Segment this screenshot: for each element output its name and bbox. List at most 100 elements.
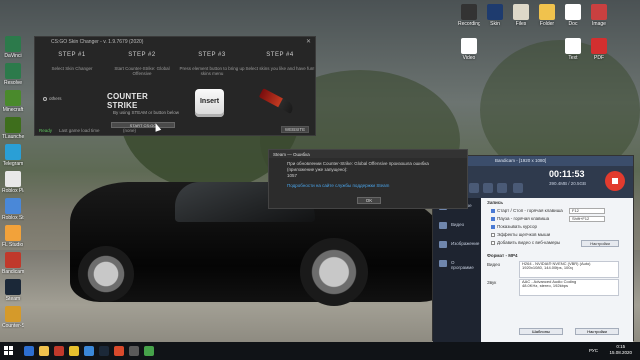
desktop-icon-3[interactable]: Folder bbox=[536, 4, 558, 27]
desktop-icon-8[interactable]: Bandicam bbox=[2, 252, 24, 275]
desktop-icon-label: Skin bbox=[490, 21, 500, 27]
desktop-icon-0[interactable]: DaVinci bbox=[2, 36, 24, 59]
others-radio[interactable]: others bbox=[43, 96, 62, 101]
insert-key-icon: Insert bbox=[195, 89, 224, 117]
desktop-icon-2[interactable]: Minecraft bbox=[2, 90, 24, 113]
device-mode-icon[interactable] bbox=[497, 183, 507, 193]
desktop-icon-9[interactable]: Steam bbox=[2, 279, 24, 302]
desktop-icon-5[interactable]: Roblox Player bbox=[2, 171, 24, 194]
nav-video[interactable]: Видео bbox=[433, 217, 481, 236]
desktop-icon-5[interactable]: Image bbox=[588, 4, 610, 27]
ok-button[interactable]: OK bbox=[357, 197, 381, 204]
desktop-icon-label: Video bbox=[462, 55, 476, 61]
checkbox[interactable] bbox=[491, 232, 495, 237]
stop-record-button[interactable] bbox=[605, 171, 625, 191]
recording-timer: 00:11:53 bbox=[549, 169, 585, 179]
hotkey-field[interactable]: F12 bbox=[569, 208, 605, 214]
video-icon bbox=[439, 222, 447, 229]
window-title: CS:GO Skin Changer - v. 1.9.7679 (2020) bbox=[51, 39, 144, 45]
step-1: STEP #1 Select Skin Changer bbox=[37, 52, 107, 71]
desktop-icon-3[interactable]: TLauncher bbox=[2, 117, 24, 140]
language-indicator[interactable]: РУС bbox=[589, 348, 598, 353]
hotkey-start-row[interactable]: Старт / Стоп - горячая клавиша F12 bbox=[481, 207, 633, 215]
taskbar-app-icon[interactable] bbox=[144, 346, 154, 356]
desktop-icon-6[interactable]: Video bbox=[458, 38, 480, 61]
taskbar-app-icon[interactable] bbox=[114, 346, 124, 356]
show-cursor-row[interactable]: Показывать курсор bbox=[481, 223, 633, 231]
nav-image[interactable]: Изображение bbox=[433, 236, 481, 255]
taskbar-app-icon[interactable] bbox=[39, 346, 49, 356]
nav-about[interactable]: О программе bbox=[433, 255, 481, 274]
desktop-icon-7[interactable]: FL Studio 20 bbox=[2, 225, 24, 248]
skin-changer-window[interactable]: CS:GO Skin Changer - v. 1.9.7679 (2020) … bbox=[34, 36, 316, 136]
step-heading: STEP #3 bbox=[198, 52, 226, 58]
close-icon[interactable]: ✕ bbox=[306, 38, 311, 45]
bandicam-title: Bandicam - [1920 x 1080] bbox=[495, 158, 547, 163]
app-icon bbox=[591, 4, 607, 20]
webcam-row[interactable]: Добавить видео с веб-камеры Настройки bbox=[481, 239, 633, 247]
app-icon bbox=[591, 38, 607, 54]
step-3: STEP #3 Press element button to bring up… bbox=[177, 52, 247, 76]
app-icon bbox=[5, 279, 21, 295]
desktop-icon-7[interactable]: Text bbox=[562, 38, 584, 61]
desktop-icon-4[interactable]: Doc bbox=[562, 4, 584, 27]
cs-subtitle: By using STEAM or button below bbox=[113, 110, 180, 115]
checkbox[interactable] bbox=[491, 216, 495, 221]
templates-button[interactable]: Шаблоны bbox=[519, 328, 563, 335]
format-settings-button[interactable]: Настройки bbox=[575, 328, 619, 335]
settings-button[interactable]: Настройки bbox=[581, 240, 619, 247]
desktop-icon-1[interactable]: Skin bbox=[484, 4, 506, 27]
clock[interactable]: 0:15 15.08.2020 bbox=[609, 344, 632, 356]
desktop-icon-10[interactable]: Counter-Strike bbox=[2, 306, 24, 329]
step-description: Select skins you like and have fun! bbox=[245, 66, 315, 71]
support-link[interactable]: Подробности на сайте службы поддержки St… bbox=[269, 178, 467, 193]
desktop-icon-label: Folder bbox=[539, 21, 555, 27]
fullscreen-mode-icon[interactable] bbox=[469, 183, 479, 193]
video-format-row: Видео H264 - NVIDIA® NVENC (VBR) (Auto) … bbox=[481, 260, 633, 278]
hotkey-pause-row[interactable]: Пауза - горячая клавиша Shift+F12 bbox=[481, 215, 633, 223]
row-label: Эффекты щелчков мыши bbox=[497, 232, 551, 237]
taskbar-app-icon[interactable] bbox=[129, 346, 139, 356]
hotkey-field[interactable]: Shift+F12 bbox=[569, 216, 605, 222]
website-button[interactable]: WEBSITE bbox=[281, 126, 309, 133]
app-icon bbox=[5, 252, 21, 268]
desktop-icon-label: Files bbox=[515, 21, 527, 27]
desktop-icon-8[interactable]: PDF bbox=[588, 38, 610, 61]
pause-icon[interactable] bbox=[513, 183, 523, 193]
checkbox[interactable] bbox=[491, 240, 495, 245]
desktop-icon-1[interactable]: Resolve bbox=[2, 63, 24, 86]
desktop-icon-4[interactable]: Telegram bbox=[2, 144, 24, 167]
game-mode-icon[interactable] bbox=[483, 183, 493, 193]
car-wheel bbox=[78, 246, 134, 302]
checkbox[interactable] bbox=[491, 224, 495, 229]
desktop-icon-6[interactable]: Roblox Studio bbox=[2, 198, 24, 221]
taskbar-app-icon[interactable] bbox=[69, 346, 79, 356]
step-description: Start Counter-Strike: Global Offensive bbox=[114, 66, 170, 76]
taskbar-app-icon[interactable] bbox=[24, 346, 34, 356]
desktop-icon-2[interactable]: Files bbox=[510, 4, 532, 27]
app-icon bbox=[461, 38, 477, 54]
skin-changer-titlebar[interactable]: CS:GO Skin Changer - v. 1.9.7679 (2020) … bbox=[35, 37, 315, 46]
video-params: 1920x1080, 144.00fps, 100q bbox=[522, 265, 573, 270]
knife-icon bbox=[258, 88, 296, 114]
desktop-icon-label: Roblox Studio bbox=[2, 215, 24, 221]
desktop-icon-label: TLauncher bbox=[2, 134, 24, 140]
app-icon bbox=[5, 117, 21, 133]
radio-label: others bbox=[49, 96, 62, 101]
audio-format-row: Звук AAC - Advanced Audio Coding 48.0KHz… bbox=[481, 278, 633, 296]
taskbar-app-icon[interactable] bbox=[99, 346, 109, 356]
record-section-title: Запись bbox=[487, 200, 504, 205]
desktop-icon-label: Doc bbox=[568, 21, 578, 27]
click-effects-row[interactable]: Эффекты щелчков мыши bbox=[481, 231, 633, 239]
bandicam-settings-panel: Запись Старт / Стоп - горячая клавиша F1… bbox=[481, 198, 633, 342]
app-icon bbox=[5, 198, 21, 214]
taskbar-app-icon[interactable] bbox=[54, 346, 64, 356]
desktop-icon-0[interactable]: Recording bbox=[458, 4, 480, 27]
row-label: Показывать курсор bbox=[497, 224, 537, 229]
steam-error-dialog[interactable]: Steam — Ошибка При обновлении Counter-St… bbox=[268, 149, 468, 209]
windows-start-icon[interactable] bbox=[4, 346, 14, 356]
taskbar-app-icon[interactable] bbox=[84, 346, 94, 356]
desktop-icon-label: Text bbox=[568, 55, 578, 61]
checkbox[interactable] bbox=[491, 208, 495, 213]
last-load-label: Last game load time bbox=[59, 128, 100, 133]
